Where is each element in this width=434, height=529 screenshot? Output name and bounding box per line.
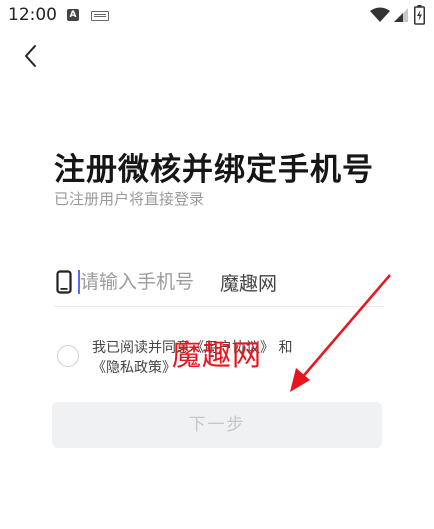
back-button[interactable]: [18, 40, 48, 72]
user-agreement-link[interactable]: 《用户协议》: [190, 340, 274, 356]
agreement-and: 和: [278, 340, 293, 356]
agree-checkbox[interactable]: [57, 345, 79, 367]
a-notification-icon: A: [67, 9, 79, 21]
page-title: 注册微核并绑定手机号: [54, 152, 374, 188]
wifi-icon: [370, 7, 390, 22]
signal-icon: [394, 8, 408, 22]
chevron-left-icon: [25, 45, 36, 67]
phone-icon: [56, 270, 72, 294]
status-bar: 12:00 A: [0, 0, 434, 30]
phone-field[interactable]: 魔趣网: [54, 258, 384, 307]
next-button[interactable]: 下一步: [52, 402, 382, 448]
keyboard-icon: [91, 11, 109, 21]
agreement-prefix: 我已阅读并同意: [92, 340, 190, 356]
agreement-text: 我已阅读并同意《用户协议》 和 《隐私政策》: [92, 338, 372, 378]
status-time: 12:00: [8, 5, 57, 25]
battery-icon: [414, 5, 425, 25]
page-subtitle: 已注册用户将直接登录: [54, 190, 205, 208]
phone-input[interactable]: [80, 266, 380, 298]
privacy-policy-link[interactable]: 《隐私政策》: [92, 360, 176, 376]
